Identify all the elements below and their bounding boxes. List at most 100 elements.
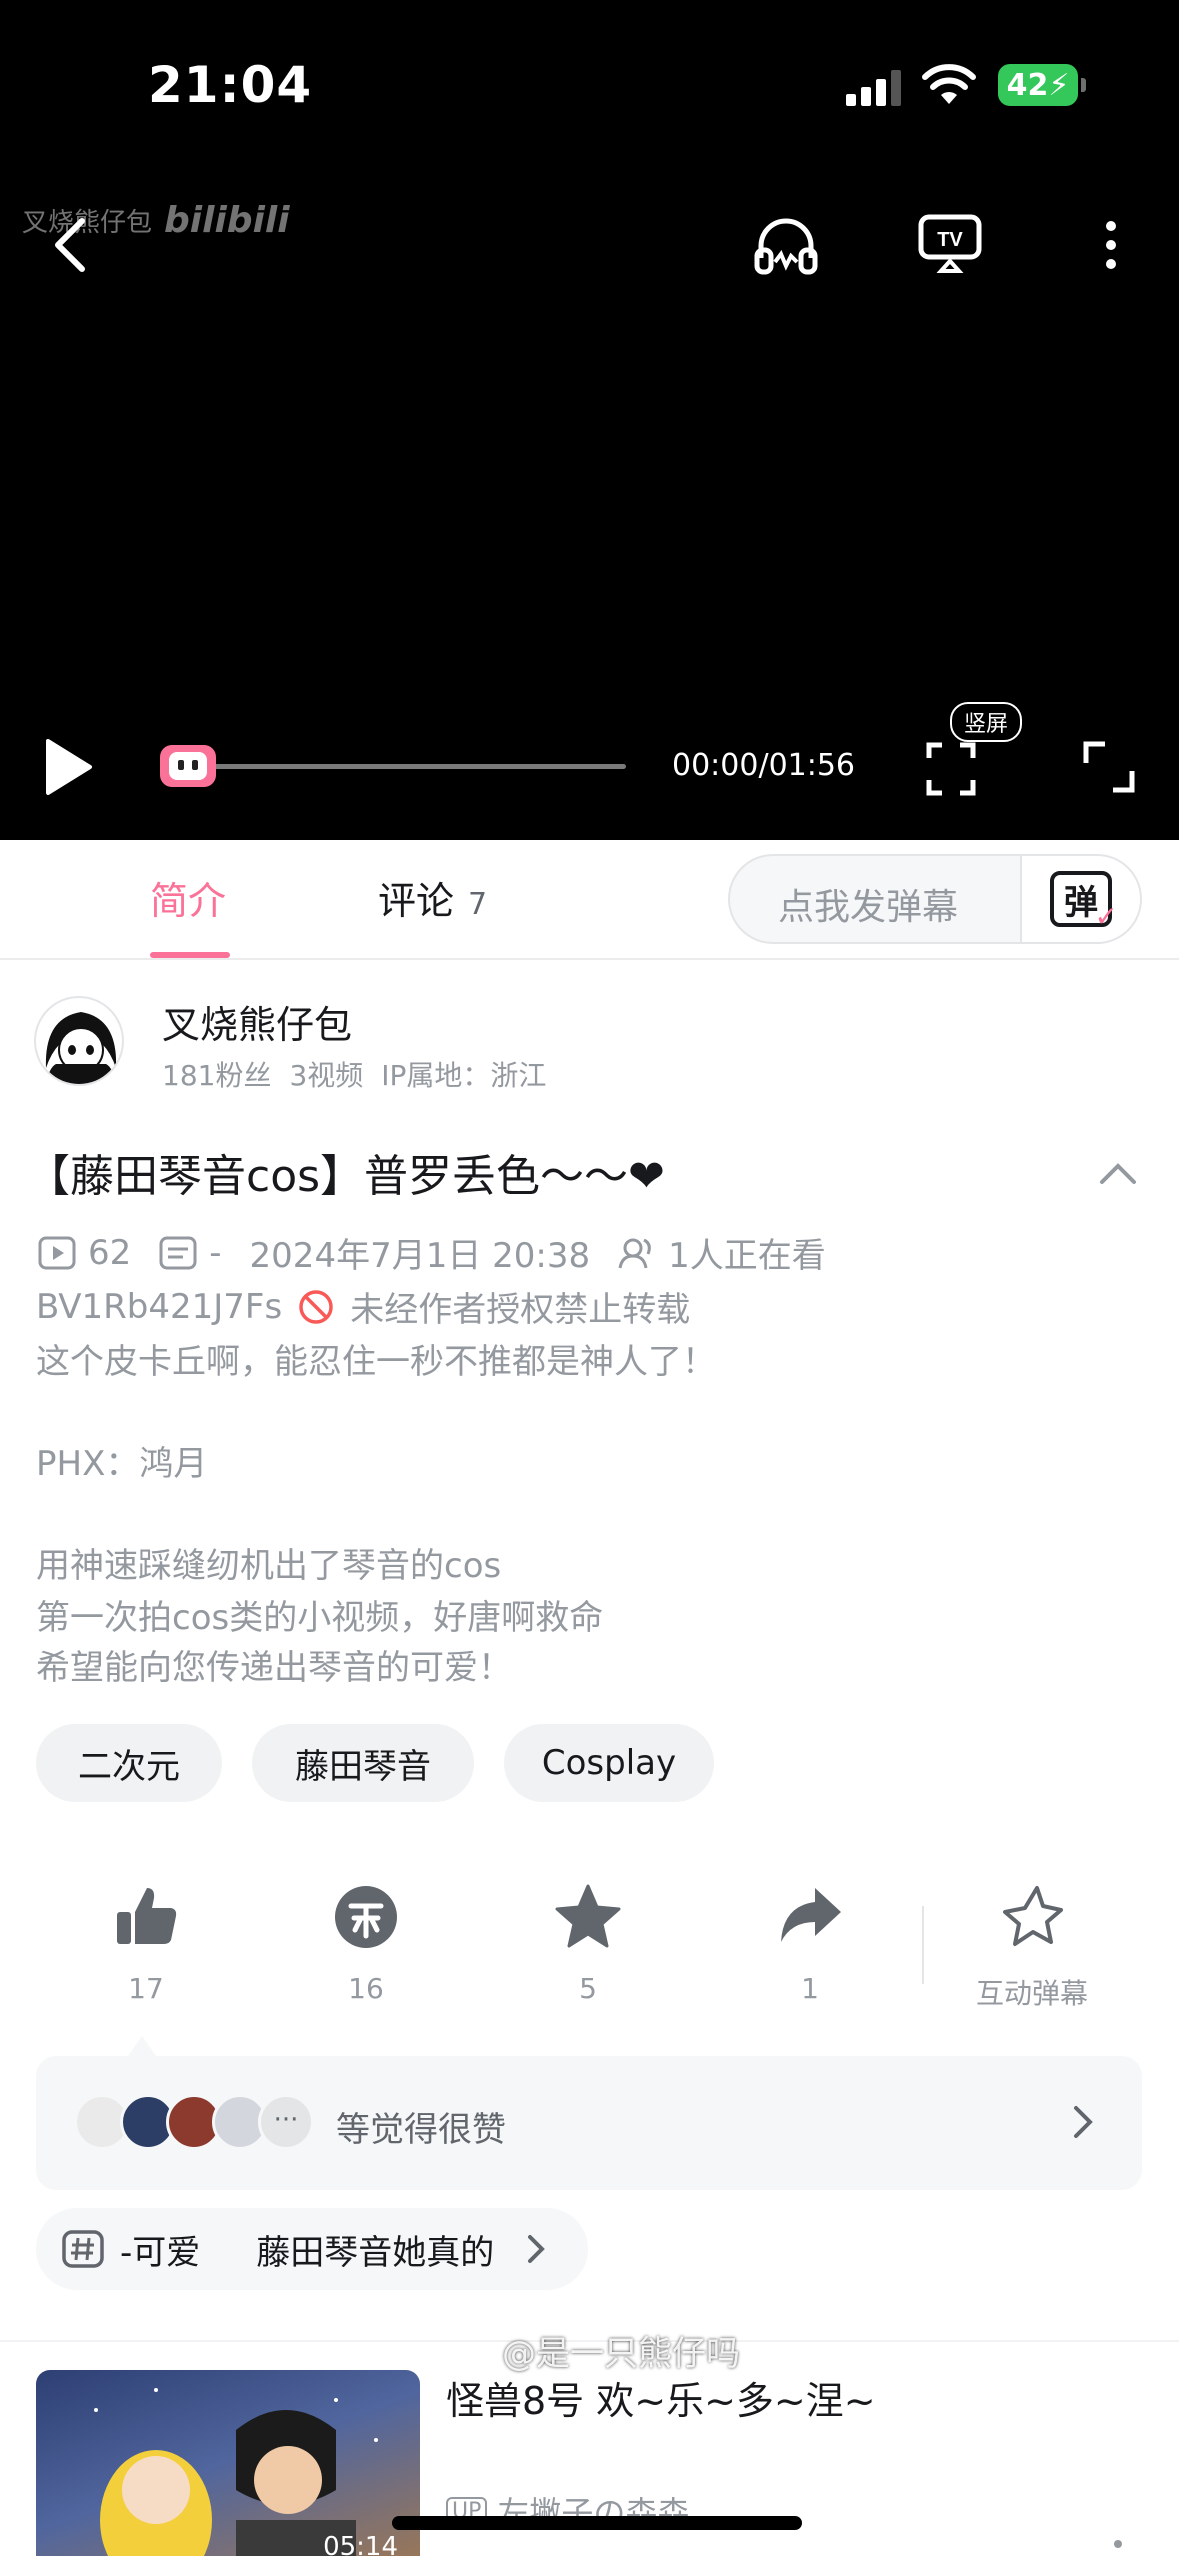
uploader-name[interactable]: 叉烧熊仔包 [162,994,352,1049]
topic-hash-icon [62,2230,104,2268]
thumbs-up-icon [117,1888,177,1944]
more-options-button[interactable] [1086,210,1136,280]
no-repost-icon [299,1289,333,1324]
danmaku-input[interactable]: 点我发弹幕 弹 ✓ [728,854,1142,944]
tag-chip[interactable]: 藤田琴音 [252,1724,474,1802]
weibo-watermark: @是一只熊仔吗 [460,2326,740,2375]
actions-divider [922,1906,924,1984]
share-count: 1 [801,1972,819,2005]
sparkle-star-icon [1003,1886,1063,1946]
portrait-mode-button[interactable] [920,738,982,800]
coin-button[interactable]: 16 [306,1882,426,2005]
danmaku-switch-glyph: 弹 [1064,882,1098,923]
recommended-video-thumbnail[interactable]: 05:14 [36,2370,420,2556]
fullscreen-button[interactable] [1080,738,1138,796]
liked-by-bar[interactable]: ··· 等觉得很赞 [36,2056,1142,2190]
progress-thumb-icon[interactable] [160,745,216,787]
like-count: 17 [128,1972,164,2005]
chevron-up-icon[interactable] [1096,1152,1140,1192]
weibo-watermark-text: @是一只熊仔吗 [502,2334,740,2374]
cast-tv-button[interactable]: TV [912,210,988,276]
video-title: 【藤田琴音cos】普罗丢色～～❤ [26,1151,665,1202]
battery-icon: 42 ⚡ [998,64,1086,106]
tag-chip[interactable]: Cosplay [504,1724,714,1802]
share-button[interactable]: 1 [750,1882,870,2005]
description-line: 希望能向您传递出琴音的可爱！ [36,1648,512,1688]
svg-text:TV: TV [937,229,963,251]
video-stats: 62 - 2024年7月1日 20:38 1人正在看 [38,1228,826,1277]
wifi-icon [922,64,976,104]
watermark-logo: bilibili [164,200,290,241]
frame-corners-icon [926,742,976,796]
uploader-meta: 181粉丝 3视频 IP属地：浙江 [162,1054,546,1094]
headphones-icon [754,218,818,275]
recommended-video-title[interactable]: 怪兽8号 欢~乐~多~涅~ [446,2370,876,2425]
watching-count: 1人正在看 [668,1236,826,1276]
favorite-button[interactable]: 5 [528,1882,648,2005]
topic-item[interactable]: 藤田琴音她真的 [256,2233,494,2273]
home-indicator[interactable] [392,2516,802,2530]
more-vertical-icon [1106,221,1116,269]
chevron-left-icon [55,218,85,272]
listen-mode-button[interactable] [748,210,824,280]
play-count: 62 [88,1232,132,1273]
more-dot-icon[interactable] [1114,2540,1122,2548]
status-time: 21:04 [148,56,313,114]
tv-cast-icon: TV [918,214,982,273]
more-likers-icon: ··· [258,2094,314,2150]
danmaku-placeholder: 点我发弹幕 [778,887,959,928]
description-line: PHX：鸿月 [36,1444,208,1484]
tab-comments[interactable]: 评论 7 [378,870,487,925]
weibo-logo-icon [460,2343,492,2364]
topic-bar[interactable]: -可爱 藤田琴音她真的 [36,2208,588,2290]
uploader-avatar[interactable] [34,996,124,1086]
coin-count: 16 [348,1972,384,2005]
interactive-danmaku-label: 互动弹幕 [975,1977,1088,2010]
favorite-count: 5 [579,1972,597,2005]
description-line: 第一次拍cos类的小视频，好唐啊救命 [36,1598,604,1638]
share-arrow-icon [781,1888,841,1942]
play-button[interactable] [36,732,100,802]
danmaku-count-icon [159,1236,197,1269]
uploader-fans: 181粉丝 [162,1059,272,1092]
tab-intro[interactable]: 简介 [150,870,226,925]
bvid-row: BV1Rb421J7Fs 未经作者授权禁止转载 [36,1282,690,1331]
detail-tab-bar: 简介 评论 7 点我发弹幕 弹 ✓ [0,840,1179,960]
progress-bar[interactable] [190,764,626,769]
viewers-icon [618,1238,651,1268]
chevron-right-icon [528,2235,545,2263]
topic-item[interactable]: -可爱 [120,2233,200,2273]
liked-by-text: 等觉得很赞 [336,2110,506,2150]
thumbnail-artwork [94,2388,378,2556]
fullscreen-icon [1083,741,1135,793]
back-button[interactable] [40,210,100,280]
uploader-videos: 3视频 [289,1059,364,1092]
tab-intro-label: 简介 [150,879,227,923]
chevron-right-icon [1074,2106,1093,2138]
publish-date: 2024年7月1日 20:38 [249,1236,591,1276]
avatar-image [45,1012,117,1084]
description-line: 用神速踩缝纫机出了琴音的cos [36,1546,502,1586]
danmaku-icon: 弹 ✓ [1050,871,1118,933]
danmaku-toggle[interactable]: 弹 ✓ [1020,856,1140,942]
danmaku-count: - [209,1232,222,1273]
uploader-ip: IP属地：浙江 [381,1059,547,1092]
bvid[interactable]: BV1Rb421J7Fs [36,1287,282,1327]
tag-chip[interactable]: 二次元 [36,1724,222,1802]
portrait-mode-label: 竖屏 [950,702,1023,742]
video-duration: 05:14 [323,2532,398,2556]
playback-time: 00:00/01:56 [672,748,856,783]
interactive-danmaku-button[interactable]: 互动弹幕 [972,1882,1092,2012]
tab-comments-label: 评论 [378,879,455,923]
description-line: 这个皮卡丘啊，能忍住一秒不推都是神人了！ [36,1342,716,1382]
like-button[interactable]: 17 [86,1882,206,2005]
battery-level: 42 [1006,67,1049,103]
cellular-signal-icon [846,70,901,106]
like-bar-pointer [128,2036,156,2056]
comments-count: 7 [468,887,488,922]
star-icon [555,1884,621,1948]
video-player[interactable]: 21:04 42 ⚡ 叉烧熊仔包 bilibili TV 00:00/01:56… [0,0,1179,840]
play-icon [46,739,92,795]
coin-icon [335,1886,397,1948]
copyright-notice: 未经作者授权禁止转载 [350,1290,691,1330]
